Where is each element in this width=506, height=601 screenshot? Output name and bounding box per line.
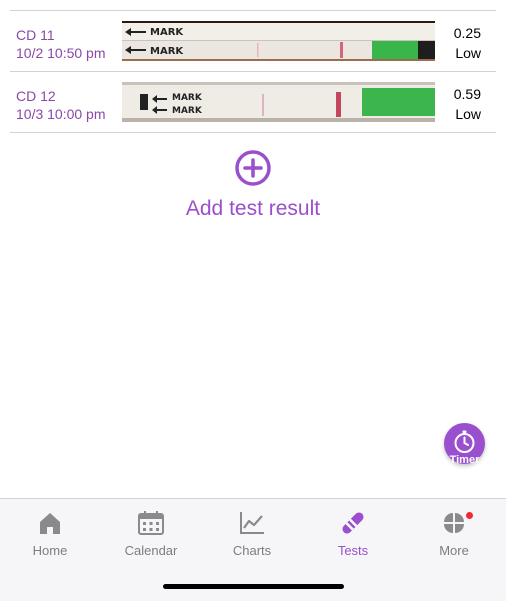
timer-label: Timer [449,454,480,466]
add-test-result-button[interactable]: Add test result [0,149,506,221]
result-date-label: CD 12 10/3 10:00 pm [16,87,106,123]
svg-text:MARK: MARK [172,93,203,103]
svg-text:MARK: MARK [150,27,184,38]
add-test-result-label[interactable]: Add test result [0,197,506,221]
calendar-icon [101,509,201,537]
plus-circle-icon[interactable] [234,149,272,187]
test-strip-photo: MARK MARK [122,21,435,61]
tab-tests-label: Tests [337,543,369,558]
svg-text:MARK: MARK [150,46,184,57]
result-value: 0.59 Low [454,84,481,124]
result-datetime: 10/3 10:00 pm [16,106,106,122]
stopwatch-icon [454,430,475,453]
result-datetime: 10/2 10:50 pm [16,45,106,61]
test-results-list: CD 11 10/2 10:50 pm MARK MARK 0.25 Low C… [10,10,496,133]
tab-home[interactable]: Home [0,509,100,558]
tab-calendar[interactable]: Calendar [101,509,201,558]
tab-home-label: Home [32,543,68,558]
notification-badge [466,512,473,519]
test-strip-icon [303,509,403,537]
test-result-row[interactable]: CD 11 10/2 10:50 pm MARK MARK 0.25 Low [10,11,496,72]
tab-more[interactable]: More [404,509,504,558]
house-icon [0,509,100,537]
lh-reading: 0.59 [453,86,481,102]
svg-text:MARK: MARK [172,106,203,116]
cycle-day: CD 12 [16,88,56,104]
result-value: 0.25 Low [454,23,481,63]
tab-tests[interactable]: Tests [303,509,403,558]
tab-charts-label: Charts [232,543,272,558]
lh-reading: 0.25 [453,25,481,41]
line-chart-icon [202,509,302,537]
test-strip-photo: MARK MARK [122,82,435,122]
cycle-day: CD 11 [16,27,55,43]
test-result-row[interactable]: CD 12 10/3 10:00 pm MARK MARK 0.59 Low [10,72,496,133]
result-date-label: CD 11 10/2 10:50 pm [16,26,106,62]
lh-level: Low [455,106,481,122]
tab-charts[interactable]: Charts [202,509,302,558]
home-indicator [163,584,344,589]
timer-button[interactable]: Timer [444,423,485,466]
tab-calendar-label: Calendar [124,543,178,558]
four-petal-icon [404,509,504,537]
tab-more-label: More [439,543,469,558]
lh-level: Low [455,45,481,61]
